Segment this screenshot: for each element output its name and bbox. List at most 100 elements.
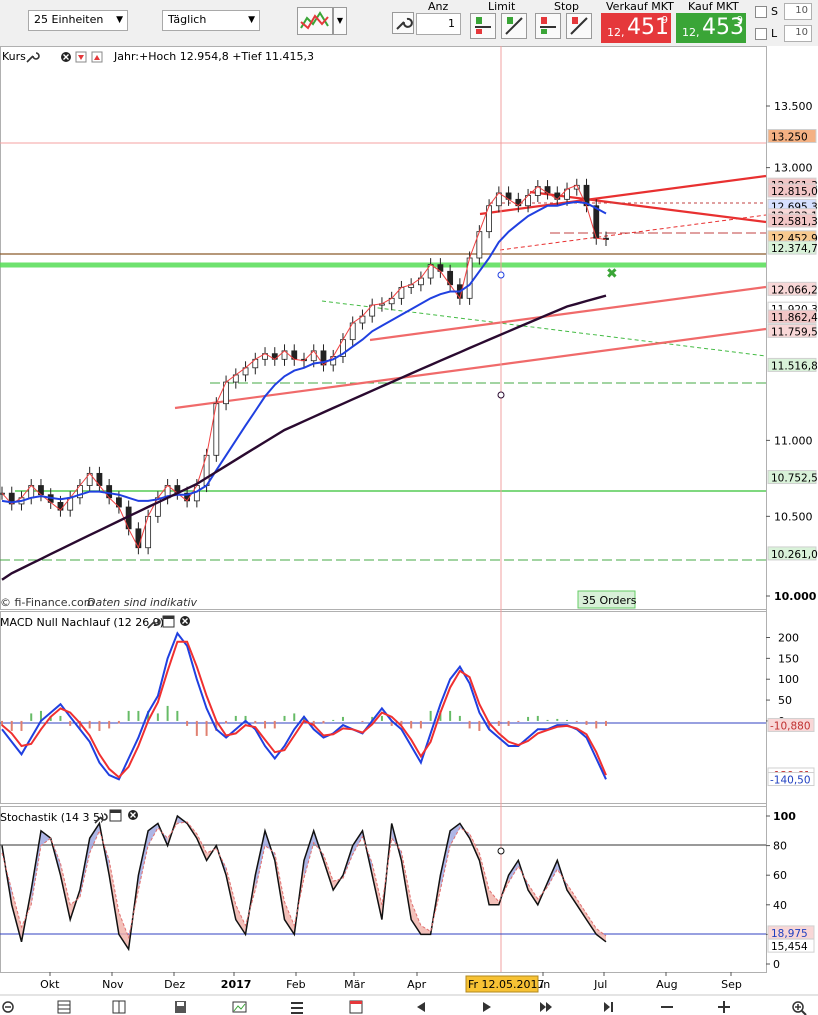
indicator-icon <box>300 11 329 30</box>
l-checkbox[interactable] <box>755 28 767 40</box>
orders-button-label: 35 Orders <box>582 594 637 607</box>
cursor-date-label: Fr 12.05.2017 <box>468 978 545 991</box>
x-tick-label: Mär <box>344 978 365 991</box>
kauf-label: Kauf MKT <box>688 0 739 13</box>
orders-button[interactable]: 35 Orders <box>577 590 637 609</box>
level-label: 11.759,5 <box>771 326 818 338</box>
toolbar: 25 Einheiten ▼ Täglich ▼ ▼ Anz 1 Limit S… <box>0 0 818 47</box>
image-icon[interactable] <box>232 1001 247 1013</box>
indicator-dropdown[interactable]: ▼ <box>333 7 347 35</box>
y-tick-label: 11.000 <box>774 434 813 447</box>
buy-market-button[interactable]: 12, 453 9 <box>676 13 746 43</box>
table-icon[interactable] <box>112 1000 126 1014</box>
x-tick-label: Apr <box>407 978 427 991</box>
limit-buy-icon <box>475 17 491 34</box>
y-tick-label: 13.500 <box>774 100 813 113</box>
close-icon[interactable] <box>180 616 190 626</box>
y-tick-label: 0 <box>773 958 780 971</box>
s-label: S <box>771 5 778 18</box>
watermark-brand: © fi-Finance.com <box>0 596 94 609</box>
main-panel-title: Kurs <box>2 50 26 63</box>
stop-buy-icon <box>540 17 556 34</box>
macd-panel-title: MACD Null Nachlauf (12 26 9) <box>0 616 164 629</box>
stoch-label: 18,975 <box>771 928 808 940</box>
minus-icon[interactable] <box>661 1006 673 1008</box>
verkauf-label: Verkauf MKT <box>606 0 674 13</box>
level-label: 12.066,2 <box>771 284 818 296</box>
sell-price-sup: 9 <box>661 15 668 26</box>
wrench-button[interactable] <box>392 12 414 34</box>
close-icon[interactable] <box>128 810 138 820</box>
level-label: 12.581,3 <box>771 216 818 228</box>
period-value: Täglich <box>168 13 207 26</box>
units-value: 25 Einheiten <box>34 13 104 26</box>
chart-area[interactable]: Kurs Jahr:+Hoch 12.954,8 +Tief 11.415,3 … <box>0 46 818 1015</box>
stop-buy-button[interactable] <box>535 13 561 39</box>
sell-price-small: 12, <box>607 26 625 39</box>
x-tick-label: Okt <box>40 978 60 991</box>
y-tick-label: 50 <box>778 694 792 707</box>
y-tick-label: 40 <box>773 899 787 912</box>
limit-buy-button[interactable] <box>470 13 496 39</box>
x-tick-label: Dez <box>164 978 185 991</box>
y-tick-label: 10.500 <box>774 510 813 523</box>
level-label: 13.250 <box>771 132 808 144</box>
calendar-icon[interactable] <box>349 1000 363 1014</box>
x-tick-label: Feb <box>286 978 305 991</box>
x-tick-label: Aug <box>656 978 677 991</box>
level-label: 10.261,0 <box>771 549 818 561</box>
stoch-label: 15,454 <box>771 941 808 953</box>
watermark-note: Daten sind indikativ <box>87 596 198 609</box>
x-tick-label: 2017 <box>221 978 252 991</box>
y-tick-label: 10.000 <box>774 590 817 603</box>
grid-icon[interactable] <box>57 1000 71 1014</box>
stoch-panel-title: Stochastik (14 3 5) <box>0 811 104 824</box>
save-icon[interactable] <box>175 1001 186 1013</box>
limit-label: Limit <box>488 0 516 13</box>
chevron-down-icon: ▼ <box>248 15 255 25</box>
x-tick-label: Sep <box>721 978 742 991</box>
watermark: © fi-Finance.com Daten sind indikativ <box>0 596 198 609</box>
l-value[interactable]: 10 <box>784 25 812 42</box>
macd-panel-header: MACD Null Nachlauf (12 26 9) <box>0 615 190 629</box>
s-checkbox[interactable] <box>755 6 767 18</box>
window-icon[interactable] <box>109 809 122 822</box>
chevron-down-icon: ▼ <box>116 15 123 25</box>
move-up-icon[interactable] <box>91 51 103 63</box>
indicator-button[interactable] <box>297 7 333 35</box>
limit-sell-icon <box>505 17 523 35</box>
x-tick-label: Jul <box>593 978 607 991</box>
limit-sell-button[interactable] <box>501 13 527 39</box>
stop-label: Stop <box>554 0 580 13</box>
x-tick-label: Nov <box>102 978 124 991</box>
close-icon[interactable] <box>61 52 71 62</box>
period-select[interactable]: Täglich ▼ <box>162 10 260 31</box>
buy-price-small: 12, <box>682 26 700 39</box>
y-tick-label: 150 <box>778 652 799 665</box>
y-tick-label: 100 <box>773 810 796 823</box>
y-tick-label: 60 <box>773 869 787 882</box>
y-tick-label: 80 <box>773 840 787 853</box>
level-label: 12.374,7 <box>771 243 818 255</box>
main-panel-info: Jahr:+Hoch 12.954,8 +Tief 11.415,3 <box>113 50 314 63</box>
window-icon[interactable] <box>162 615 175 628</box>
y-tick-label: 100 <box>778 673 799 686</box>
anz-input[interactable]: 1 <box>416 13 461 35</box>
macd-label: -140,50 <box>770 775 811 787</box>
level-label: 11.516,8 <box>771 360 818 372</box>
sell-market-button[interactable]: 12, 451 9 <box>601 13 671 43</box>
anz-value: 1 <box>448 17 455 30</box>
move-down-icon[interactable] <box>75 51 87 63</box>
s-value[interactable]: 10 <box>784 3 812 20</box>
l-label: L <box>771 27 778 40</box>
level-label: 12.815,0 <box>771 186 818 198</box>
cursor-point <box>497 271 505 279</box>
y-tick-label: 200 <box>778 632 799 645</box>
cursor-point <box>497 847 505 855</box>
y-tick-label: 13.000 <box>774 162 813 175</box>
close-marker-icon: ✖ <box>606 266 618 282</box>
stop-sell-button[interactable] <box>566 13 592 39</box>
chart-background <box>0 46 818 1015</box>
units-select[interactable]: 25 Einheiten ▼ <box>28 10 128 31</box>
cursor-point <box>497 391 505 399</box>
